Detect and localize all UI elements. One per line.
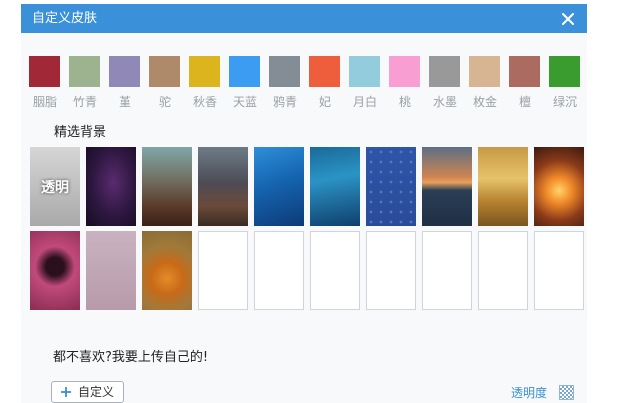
background-thumb-pink-heart[interactable]: [30, 231, 80, 310]
color-swatch[interactable]: [69, 56, 100, 87]
color-swatch[interactable]: [509, 56, 540, 87]
color-swatch-label: 月白: [352, 95, 377, 109]
color-swatch-label: 秋香: [192, 95, 217, 109]
custom-upload-button[interactable]: 自定义: [51, 381, 124, 403]
upload-prompt-text: 都不喜欢?我要上传自己的!: [53, 350, 209, 365]
background-thumb-empty-slot[interactable]: [422, 231, 472, 310]
background-thumb-dolphin-sunset[interactable]: [478, 147, 528, 226]
color-swatch-label: 妃: [318, 95, 331, 109]
background-thumb-empty-slot[interactable]: [310, 231, 360, 310]
background-thumb-teal-brown-blur[interactable]: [142, 147, 192, 226]
color-swatch-label: 绿沉: [552, 95, 577, 109]
color-swatch-label: 驼: [158, 95, 171, 109]
custom-button-label: 自定义: [78, 385, 115, 399]
color-swatch-label: 胭脂: [32, 95, 57, 109]
background-thumb-empty-slot[interactable]: [534, 231, 584, 310]
color-swatch[interactable]: [109, 56, 140, 87]
color-swatch-label: 檀: [518, 95, 531, 109]
background-thumb-empty-slot[interactable]: [254, 231, 304, 310]
background-thumb-transparent[interactable]: 透明: [30, 147, 80, 226]
color-swatch[interactable]: [149, 56, 180, 87]
color-swatch[interactable]: [429, 56, 460, 87]
color-swatch[interactable]: [309, 56, 340, 87]
color-swatch-label: 水墨: [432, 95, 457, 109]
opacity-link[interactable]: 透明度: [511, 386, 547, 400]
close-button[interactable]: [559, 10, 577, 28]
opacity-checker-icon[interactable]: [559, 385, 574, 400]
color-swatch[interactable]: [349, 56, 380, 87]
color-swatch[interactable]: [469, 56, 500, 87]
custom-skin-dialog: 自定义皮肤 胭脂 竹青 堇 驼 秋香 天蓝 鸦青 妃 月白 桃 水墨 枚金 檀 绿沉 精选背景 透明 都不…: [21, 4, 587, 403]
background-thumb-empty-slot[interactable]: [478, 231, 528, 310]
color-swatch[interactable]: [549, 56, 580, 87]
color-swatch-label: 天蓝: [232, 95, 257, 109]
transparent-label: 透明: [41, 180, 69, 196]
background-thumb-empty-slot[interactable]: [198, 231, 248, 310]
color-swatch[interactable]: [389, 56, 420, 87]
color-swatch-label: 竹青: [72, 95, 97, 109]
background-thumb-deep-blue-gradient[interactable]: [254, 147, 304, 226]
color-swatch[interactable]: [29, 56, 60, 87]
color-swatch[interactable]: [229, 56, 260, 87]
plus-icon: [61, 387, 71, 397]
background-thumb-couple-sunset[interactable]: [534, 147, 584, 226]
color-swatch-label: 鸦青: [272, 95, 297, 109]
color-swatch[interactable]: [189, 56, 220, 87]
color-swatch-label: 桃: [398, 95, 411, 109]
background-thumb-purple-blur[interactable]: [86, 147, 136, 226]
background-thumb-empty-slot[interactable]: [366, 231, 416, 310]
color-swatch-label: 枚金: [472, 95, 497, 109]
background-thumb-blue-pattern[interactable]: [366, 147, 416, 226]
close-icon: [562, 13, 574, 25]
background-thumb-sailboat-sunset[interactable]: [422, 147, 472, 226]
dialog-title: 自定义皮肤: [32, 11, 98, 26]
color-swatch-label: 堇: [118, 95, 131, 109]
background-thumb-puppy-pumpkin[interactable]: [142, 231, 192, 310]
section-title-backgrounds: 精选背景: [54, 125, 107, 140]
background-thumb-ocean-blue-gradient[interactable]: [310, 147, 360, 226]
title-bar: 自定义皮肤: [21, 4, 587, 33]
background-thumb-cartoon-girl[interactable]: [86, 231, 136, 310]
color-swatch[interactable]: [269, 56, 300, 87]
background-thumb-grey-orange-blur[interactable]: [198, 147, 248, 226]
